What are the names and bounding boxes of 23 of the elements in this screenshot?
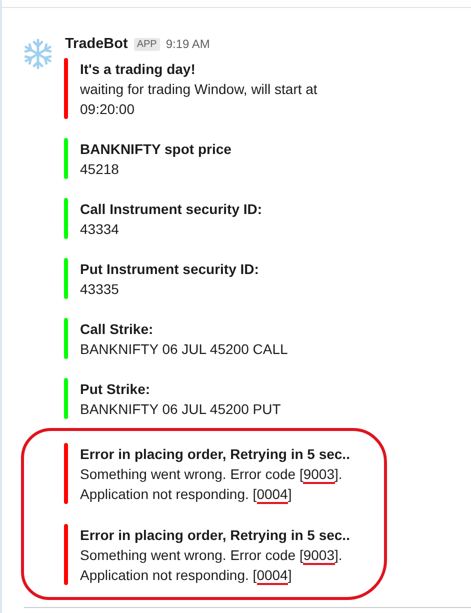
attachment-text: 09:20:00 [80,100,136,119]
attachment-text: Something went wrong. Error code [9003]. [80,465,344,484]
attachment-title: BANKNIFTY spot price [80,140,232,159]
attachment-text: 45218 [80,160,120,179]
attachment-title: Call Strike: [80,320,154,339]
attachment-text: Application not responding. [0004] [80,485,293,504]
attachment-title: Error in placing order, Retrying in 5 sec.. [80,445,350,464]
attachment-title: It's a trading day! [80,60,196,79]
attachment-text: Something went wrong. Error code [9003]. [80,546,344,565]
attachment-text: 43334 [80,220,120,239]
attachment-text: 43335 [80,280,120,299]
sender-name[interactable]: TradeBot [65,36,128,52]
attachment-title: Put Strike: [80,380,152,399]
app-badge: APP [134,38,160,50]
snowflake-icon [22,38,54,70]
attachment-title: Put Instrument security ID: [80,260,259,279]
timestamp[interactable]: 9:19 AM [166,37,210,51]
attachment-text: BANKNIFTY 06 JUL 45200 CALL [80,340,288,359]
attachment-text: Application not responding. [0004] [80,566,293,585]
attachment-text: BANKNIFTY 06 JUL 45200 PUT [80,400,281,419]
attachment-title: Call Instrument security ID: [80,200,262,219]
attachment-title: Error in placing order, Retrying in 5 sec.. [80,526,350,545]
attachment-text: waiting for trading Window, will start at [80,80,318,99]
